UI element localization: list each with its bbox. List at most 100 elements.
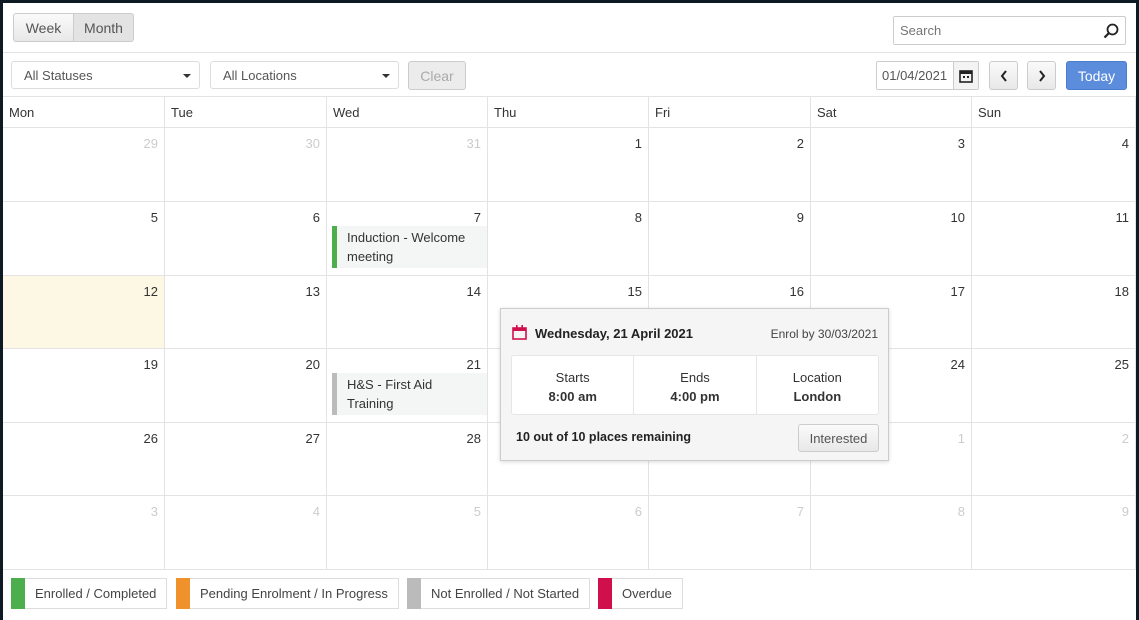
caret-down-icon xyxy=(183,74,191,78)
day-number: 6 xyxy=(312,210,320,225)
day-cell[interactable]: 19 xyxy=(3,349,165,423)
day-cell[interactable]: 21 H&S - First Aid Training xyxy=(327,349,488,423)
day-number: 21 xyxy=(466,357,481,372)
legend-label: Pending Enrolment / In Progress xyxy=(200,586,388,601)
day-number: 25 xyxy=(1114,357,1129,372)
legend-item: Enrolled / Completed xyxy=(11,577,168,609)
location-value: London xyxy=(793,389,842,404)
day-cell[interactable]: 29 xyxy=(3,128,165,202)
day-number: 1 xyxy=(957,431,965,446)
legend-item: Pending Enrolment / In Progress xyxy=(176,577,399,609)
day-cell[interactable]: 3 xyxy=(3,496,165,570)
places-remaining: 10 out of 10 places remaining xyxy=(516,430,692,444)
day-cell[interactable]: 9 xyxy=(649,202,811,276)
day-cell[interactable]: 18 xyxy=(972,276,1136,349)
weekday-header: Sat xyxy=(811,97,972,128)
day-number: 8 xyxy=(957,504,965,519)
day-number: 6 xyxy=(634,504,642,519)
weekday-header: Fri xyxy=(649,97,811,128)
day-cell[interactable]: 9 xyxy=(972,496,1136,570)
day-number: 15 xyxy=(627,284,642,299)
day-number: 3 xyxy=(150,504,158,519)
interested-button[interactable]: Interested xyxy=(798,424,879,452)
clear-button[interactable]: Clear xyxy=(408,61,466,90)
status-filter[interactable]: All Statuses xyxy=(11,61,200,89)
day-cell[interactable]: 20 xyxy=(165,349,327,423)
day-number: 13 xyxy=(305,284,320,299)
day-cell[interactable]: 10 xyxy=(811,202,972,276)
day-cell[interactable]: 6 xyxy=(165,202,327,276)
prev-month-button[interactable] xyxy=(989,61,1018,90)
day-number: 7 xyxy=(796,504,804,519)
search-input[interactable] xyxy=(894,17,1094,44)
week-view-button[interactable]: Week xyxy=(13,13,74,42)
search-icon[interactable] xyxy=(1103,23,1119,39)
caret-down-icon xyxy=(382,74,390,78)
event-details: Starts 8:00 am Ends 4:00 pm Location London xyxy=(511,355,879,415)
calendar-icon xyxy=(512,325,527,340)
day-cell[interactable]: 26 xyxy=(3,423,165,496)
day-cell[interactable]: 11 xyxy=(972,202,1136,276)
location: Location London xyxy=(757,356,878,414)
day-number: 9 xyxy=(796,210,804,225)
day-cell[interactable]: 2 xyxy=(649,128,811,202)
chevron-left-icon xyxy=(1000,69,1007,82)
day-cell[interactable]: 30 xyxy=(165,128,327,202)
day-number: 16 xyxy=(789,284,804,299)
today-button[interactable]: Today xyxy=(1066,61,1127,90)
legend-swatch xyxy=(407,577,421,609)
legend-swatch xyxy=(598,577,612,609)
location-filter[interactable]: All Locations xyxy=(210,61,399,89)
day-cell[interactable]: 7 xyxy=(649,496,811,570)
day-cell[interactable]: 12 xyxy=(3,276,165,349)
day-cell[interactable]: 7 Induction - Welcome meeting xyxy=(327,202,488,276)
calendar-event[interactable]: Induction - Welcome meeting xyxy=(332,226,487,268)
event-popover: Wednesday, 21 April 2021 Enrol by 30/03/… xyxy=(500,308,889,461)
calendar-event[interactable]: H&S - First Aid Training xyxy=(332,373,487,415)
chevron-right-icon xyxy=(1038,69,1045,82)
day-cell[interactable]: 3 xyxy=(811,128,972,202)
weekday-header: Wed xyxy=(327,97,488,128)
day-number: 24 xyxy=(950,357,965,372)
day-cell[interactable]: 5 xyxy=(327,496,488,570)
day-number: 5 xyxy=(150,210,158,225)
day-number: 20 xyxy=(305,357,320,372)
calendar-icon[interactable] xyxy=(953,62,978,89)
day-cell[interactable]: 4 xyxy=(972,128,1136,202)
day-number: 30 xyxy=(305,136,320,151)
legend-label: Not Enrolled / Not Started xyxy=(431,586,580,601)
legend-item: Overdue xyxy=(598,577,683,609)
day-number: 4 xyxy=(1121,136,1129,151)
date-input[interactable] xyxy=(877,62,953,89)
day-cell[interactable]: 27 xyxy=(165,423,327,496)
starts-label: Starts xyxy=(555,370,590,385)
month-view-button[interactable]: Month xyxy=(73,13,134,42)
day-cell[interactable]: 2 xyxy=(972,423,1136,496)
day-number: 10 xyxy=(950,210,965,225)
day-number: 1 xyxy=(634,136,642,151)
starts-value: 8:00 am xyxy=(548,389,597,404)
day-cell[interactable]: 4 xyxy=(165,496,327,570)
day-cell[interactable]: 31 xyxy=(327,128,488,202)
weekday-header: Mon xyxy=(3,97,165,128)
weekday-header: Tue xyxy=(165,97,327,128)
day-cell[interactable]: 28 xyxy=(327,423,488,496)
day-cell[interactable]: 1 xyxy=(488,128,649,202)
day-number: 29 xyxy=(143,136,158,151)
location-label: Location xyxy=(792,370,842,385)
day-number: 8 xyxy=(634,210,642,225)
day-number: 19 xyxy=(143,357,158,372)
day-cell[interactable]: 8 xyxy=(488,202,649,276)
day-cell[interactable]: 25 xyxy=(972,349,1136,423)
day-cell[interactable]: 6 xyxy=(488,496,649,570)
day-number: 9 xyxy=(1121,504,1129,519)
day-cell[interactable]: 8 xyxy=(811,496,972,570)
weekday-header: Thu xyxy=(488,97,649,128)
next-month-button[interactable] xyxy=(1027,61,1056,90)
day-cell[interactable]: 5 xyxy=(3,202,165,276)
legend-label: Enrolled / Completed xyxy=(35,586,157,601)
day-cell[interactable]: 13 xyxy=(165,276,327,349)
enrol-by: Enrol by 30/03/2021 xyxy=(770,327,878,341)
legend-swatch xyxy=(176,577,190,609)
day-cell[interactable]: 14 xyxy=(327,276,488,349)
